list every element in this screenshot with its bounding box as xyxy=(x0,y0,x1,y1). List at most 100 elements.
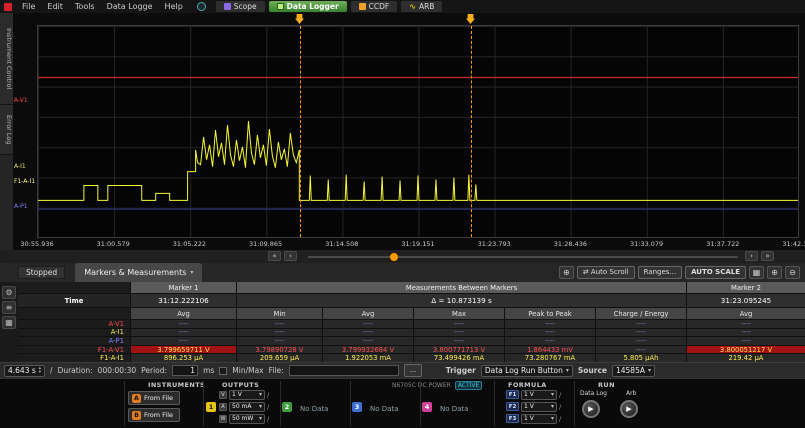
stat-value: 1.922053 mA xyxy=(323,354,413,362)
arb-play-button[interactable]: ▶ xyxy=(620,400,638,418)
minmax-checkbox[interactable] xyxy=(219,367,227,375)
list-view-icon[interactable]: ≡ xyxy=(2,301,16,314)
marker1-line[interactable] xyxy=(300,26,301,237)
channel-label-2[interactable]: F1-A-I1 xyxy=(14,178,37,185)
tab-scope[interactable]: Scope xyxy=(216,1,265,12)
menu-item-3[interactable]: Data Logge xyxy=(101,2,159,11)
timebase-control[interactable]: 4.643 s ▴ ▾ xyxy=(4,365,45,377)
stat-value: ---- xyxy=(505,320,595,328)
marker1-arrow[interactable] xyxy=(295,14,304,24)
period-input[interactable] xyxy=(172,365,198,376)
run-label: RUN xyxy=(598,381,615,389)
tab-data-logger[interactable]: Data Logger xyxy=(269,1,347,12)
marker2-line[interactable] xyxy=(471,26,472,237)
tab-ccdf[interactable]: CCDF xyxy=(351,1,398,12)
plot-area[interactable] xyxy=(37,25,799,238)
menu-item-2[interactable]: Tools xyxy=(69,2,101,11)
grid-view-icon[interactable]: ▦ xyxy=(2,316,16,329)
scroll-first-button[interactable]: « xyxy=(268,251,281,261)
from-file-button-A[interactable]: AFrom File xyxy=(128,391,180,405)
instruments-section-label[interactable]: INSTRUMENTS xyxy=(148,381,205,389)
stat-value: ---- xyxy=(237,329,322,337)
menu-item-0[interactable]: File xyxy=(16,2,41,11)
menu-item-4[interactable]: Help xyxy=(159,2,189,11)
channel-2-badge: 2 xyxy=(282,402,292,412)
marker1-time: 31:12.222106 xyxy=(131,294,236,307)
formula-dropdown[interactable]: 1 V▾ xyxy=(521,414,557,424)
marker2-arrow[interactable] xyxy=(466,14,475,24)
auto-scale-button[interactable]: AUTO SCALE xyxy=(685,266,746,279)
tab-scope-label: Scope xyxy=(234,2,257,11)
instrument-toggle-icon[interactable] xyxy=(197,2,206,11)
formula-dropdown[interactable]: 1 V▾ xyxy=(521,402,557,412)
auto-scroll-button[interactable]: ⇄ Auto Scroll xyxy=(577,266,635,279)
scope-icon xyxy=(224,3,231,10)
scale-dropdown[interactable]: 50 mW▾ xyxy=(229,414,265,424)
tools-icon[interactable]: ⚙ xyxy=(2,286,16,299)
marker2-value: 3.800051217 V xyxy=(687,346,805,354)
marker1-header[interactable]: Marker 1 xyxy=(131,282,236,293)
stat-header-peak-to-peak: Peak to Peak xyxy=(505,308,595,319)
time-axis-label: 31:37.722 xyxy=(706,240,739,248)
time-axis-label: 31:28.436 xyxy=(554,240,587,248)
tab-arb[interactable]: ∿ ARB xyxy=(401,1,442,12)
zoom-in-icon[interactable]: ⊕ xyxy=(767,266,782,279)
marker1-stat-header: Avg xyxy=(131,308,236,319)
time-axis-label: 31:42.365 xyxy=(782,240,805,248)
channel-label-0[interactable]: A-V1 xyxy=(14,97,37,104)
tab-markers-measurements[interactable]: Markers & Measurements ▾ xyxy=(75,263,202,282)
marker2-value: ---- xyxy=(687,329,805,337)
spin-down-icon[interactable]: ▾ xyxy=(39,371,41,375)
device-name: N6705C DC POWER xyxy=(392,382,451,389)
scroll-last-button[interactable]: » xyxy=(761,251,774,261)
instrument-panel: INSTRUMENTS OUTPUTS N6705C DC POWER ACTI… xyxy=(0,378,805,428)
scroll-prev-button[interactable]: ‹ xyxy=(284,251,297,261)
scroll-handle[interactable] xyxy=(390,253,398,261)
formula-row-F1: F11 V▾/ xyxy=(506,389,561,400)
sidebar-tab-0[interactable]: Instrument Control xyxy=(0,13,13,105)
marker1-value: 3.799659711 V xyxy=(131,346,236,354)
trigger-dropdown[interactable]: Data Log Run Button ▾ xyxy=(481,365,573,377)
channel-label-1[interactable]: A-I1 xyxy=(14,163,37,170)
menu-item-1[interactable]: Edit xyxy=(41,2,69,11)
zoom-box-icon[interactable]: ▦ xyxy=(749,266,764,279)
per-div-slash: / xyxy=(559,415,561,423)
stat-value: ---- xyxy=(596,329,686,337)
stat-header-avg: Avg xyxy=(323,308,413,319)
no-data-label: No Data xyxy=(370,405,398,413)
time-axis-label: 31:05.222 xyxy=(173,240,206,248)
outputs-section-label[interactable]: OUTPUTS xyxy=(222,381,259,389)
file-input[interactable] xyxy=(289,365,399,376)
table-row-name: A-P1 xyxy=(18,337,130,345)
zoom-out-icon[interactable]: ⊖ xyxy=(785,266,800,279)
caret-down-icon: ▾ xyxy=(566,367,569,374)
file-label: File: xyxy=(269,366,284,375)
marker2-header[interactable]: Marker 2 xyxy=(687,282,805,293)
ranges-button[interactable]: Ranges... xyxy=(638,266,683,279)
scale-dropdown[interactable]: 50 mA▾ xyxy=(229,402,265,412)
source-dropdown[interactable]: 14585A ▾ xyxy=(612,365,655,377)
center-markers-icon[interactable]: ⊕ xyxy=(559,266,574,279)
channel-1-badge: 1 xyxy=(206,402,216,412)
time-axis: 30:55.93631:00.57931:05.22231:09.86531:1… xyxy=(37,240,799,250)
table-row-name: A-V1 xyxy=(18,320,130,328)
formula-dropdown[interactable]: 1 V▾ xyxy=(521,390,557,400)
channel-setting-row: A50 mA▾/ xyxy=(219,401,269,412)
scroll-next-button[interactable]: › xyxy=(745,251,758,261)
scale-dropdown[interactable]: 1 V▾ xyxy=(229,390,265,400)
scroll-track[interactable] xyxy=(308,256,738,258)
stat-value: ---- xyxy=(414,337,504,345)
channel-label-3[interactable]: A-P1 xyxy=(14,203,37,210)
browse-button[interactable]: ... xyxy=(404,364,423,377)
time-axis-label: 31:19.151 xyxy=(401,240,434,248)
timebase-spinner[interactable]: ▴ ▾ xyxy=(39,367,41,374)
trigger-group: Trigger Data Log Run Button ▾ Source 145… xyxy=(446,365,655,377)
formula-value: 1 V xyxy=(524,391,534,398)
datalog-play-button[interactable]: ▶ xyxy=(582,400,600,418)
caret-down-icon: ▾ xyxy=(551,403,554,410)
from-file-button-B[interactable]: BFrom File xyxy=(128,408,180,422)
stat-value: 73.280767 mA xyxy=(505,354,595,362)
caret-down-icon: ▾ xyxy=(259,403,262,410)
formula-section-label: FORMULA xyxy=(508,381,547,389)
sidebar-tab-1[interactable]: Error Log xyxy=(0,105,13,155)
